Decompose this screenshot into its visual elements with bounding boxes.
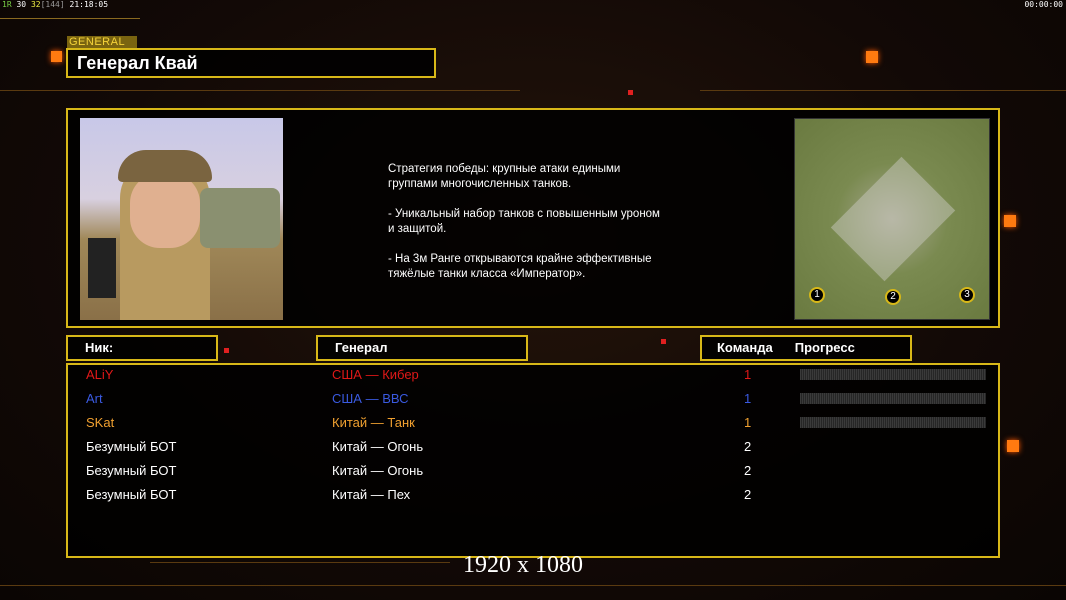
player-nick: SKat [86, 415, 115, 430]
player-row: Безумный БОТ Китай — Огонь 2 [68, 463, 998, 483]
decor-square [51, 51, 62, 62]
decor-square [1007, 440, 1019, 452]
player-row: Art США — ВВС 1 [68, 391, 998, 411]
decor-square [1004, 215, 1016, 227]
progress-bar [800, 417, 986, 428]
player-team: 2 [744, 463, 752, 478]
divider [0, 585, 1066, 586]
player-row: Безумный БОТ Китай — Пех 2 [68, 487, 998, 507]
player-nick: Безумный БОТ [86, 439, 177, 454]
player-team: 1 [744, 391, 752, 406]
player-team: 2 [744, 487, 752, 502]
page-title: Генерал Квай [66, 48, 436, 78]
decor-square [866, 51, 878, 63]
status-time: 21:18:05 [69, 0, 109, 9]
progress-bar [800, 369, 986, 380]
status-c: 32 [30, 0, 41, 9]
general-portrait [80, 118, 283, 320]
header-team: Команда [717, 340, 773, 355]
divider [0, 18, 140, 19]
status-a: 1R [2, 0, 12, 9]
player-general: США — Кибер [332, 367, 419, 382]
decor-square [224, 348, 229, 353]
header-progress: Прогресс [794, 340, 855, 355]
general-info-panel: Стратегия победы: крупные атаки едиными … [66, 108, 1000, 328]
divider [700, 90, 1066, 91]
player-team: 2 [744, 439, 752, 454]
player-general: Китай — Пех [332, 487, 411, 502]
decor-square [628, 90, 633, 95]
spawn-marker: 2 [885, 289, 901, 305]
divider [0, 90, 520, 91]
decor-square [661, 339, 666, 344]
player-team: 1 [744, 415, 752, 430]
player-general: Китай — Огонь [332, 463, 424, 478]
player-row: SKat Китай — Танк 1 [68, 415, 998, 435]
player-nick: Безумный БОТ [86, 487, 177, 502]
player-general: США — ВВС [332, 391, 409, 406]
player-general: Китай — Танк [332, 415, 415, 430]
game-clock: 00:00:00 [1024, 0, 1063, 9]
player-general: Китай — Огонь [332, 439, 424, 454]
spawn-marker: 3 [959, 287, 975, 303]
player-nick: Безумный БОТ [86, 463, 177, 478]
resolution-label: 1920 x 1080 [463, 552, 583, 578]
header-team-progress: Команда Прогресс [700, 335, 912, 361]
divider [150, 562, 450, 563]
status-b: 30 [16, 0, 27, 9]
player-nick: Art [86, 391, 103, 406]
status-d: [144] [40, 0, 65, 9]
player-nick: ALiY [86, 367, 114, 382]
header-general: Генерал [316, 335, 528, 361]
map-preview: 1 2 3 [794, 118, 990, 320]
player-row: Безумный БОТ Китай — Огонь 2 [68, 439, 998, 459]
general-tag: GENERAL [67, 36, 137, 48]
general-description: Стратегия победы: крупные атаки едиными … [388, 163, 660, 280]
player-team: 1 [744, 367, 752, 382]
players-table: ALiY США — Кибер 1 Art США — ВВС 1 SKat Ки… [66, 363, 1000, 558]
header-nick: Ник: [66, 335, 218, 361]
spawn-marker: 1 [809, 287, 825, 303]
player-row: ALiY США — Кибер 1 [68, 367, 998, 387]
status-bar: 1R 30 32[144] 21:18:05 [2, 0, 108, 9]
progress-bar [800, 393, 986, 404]
